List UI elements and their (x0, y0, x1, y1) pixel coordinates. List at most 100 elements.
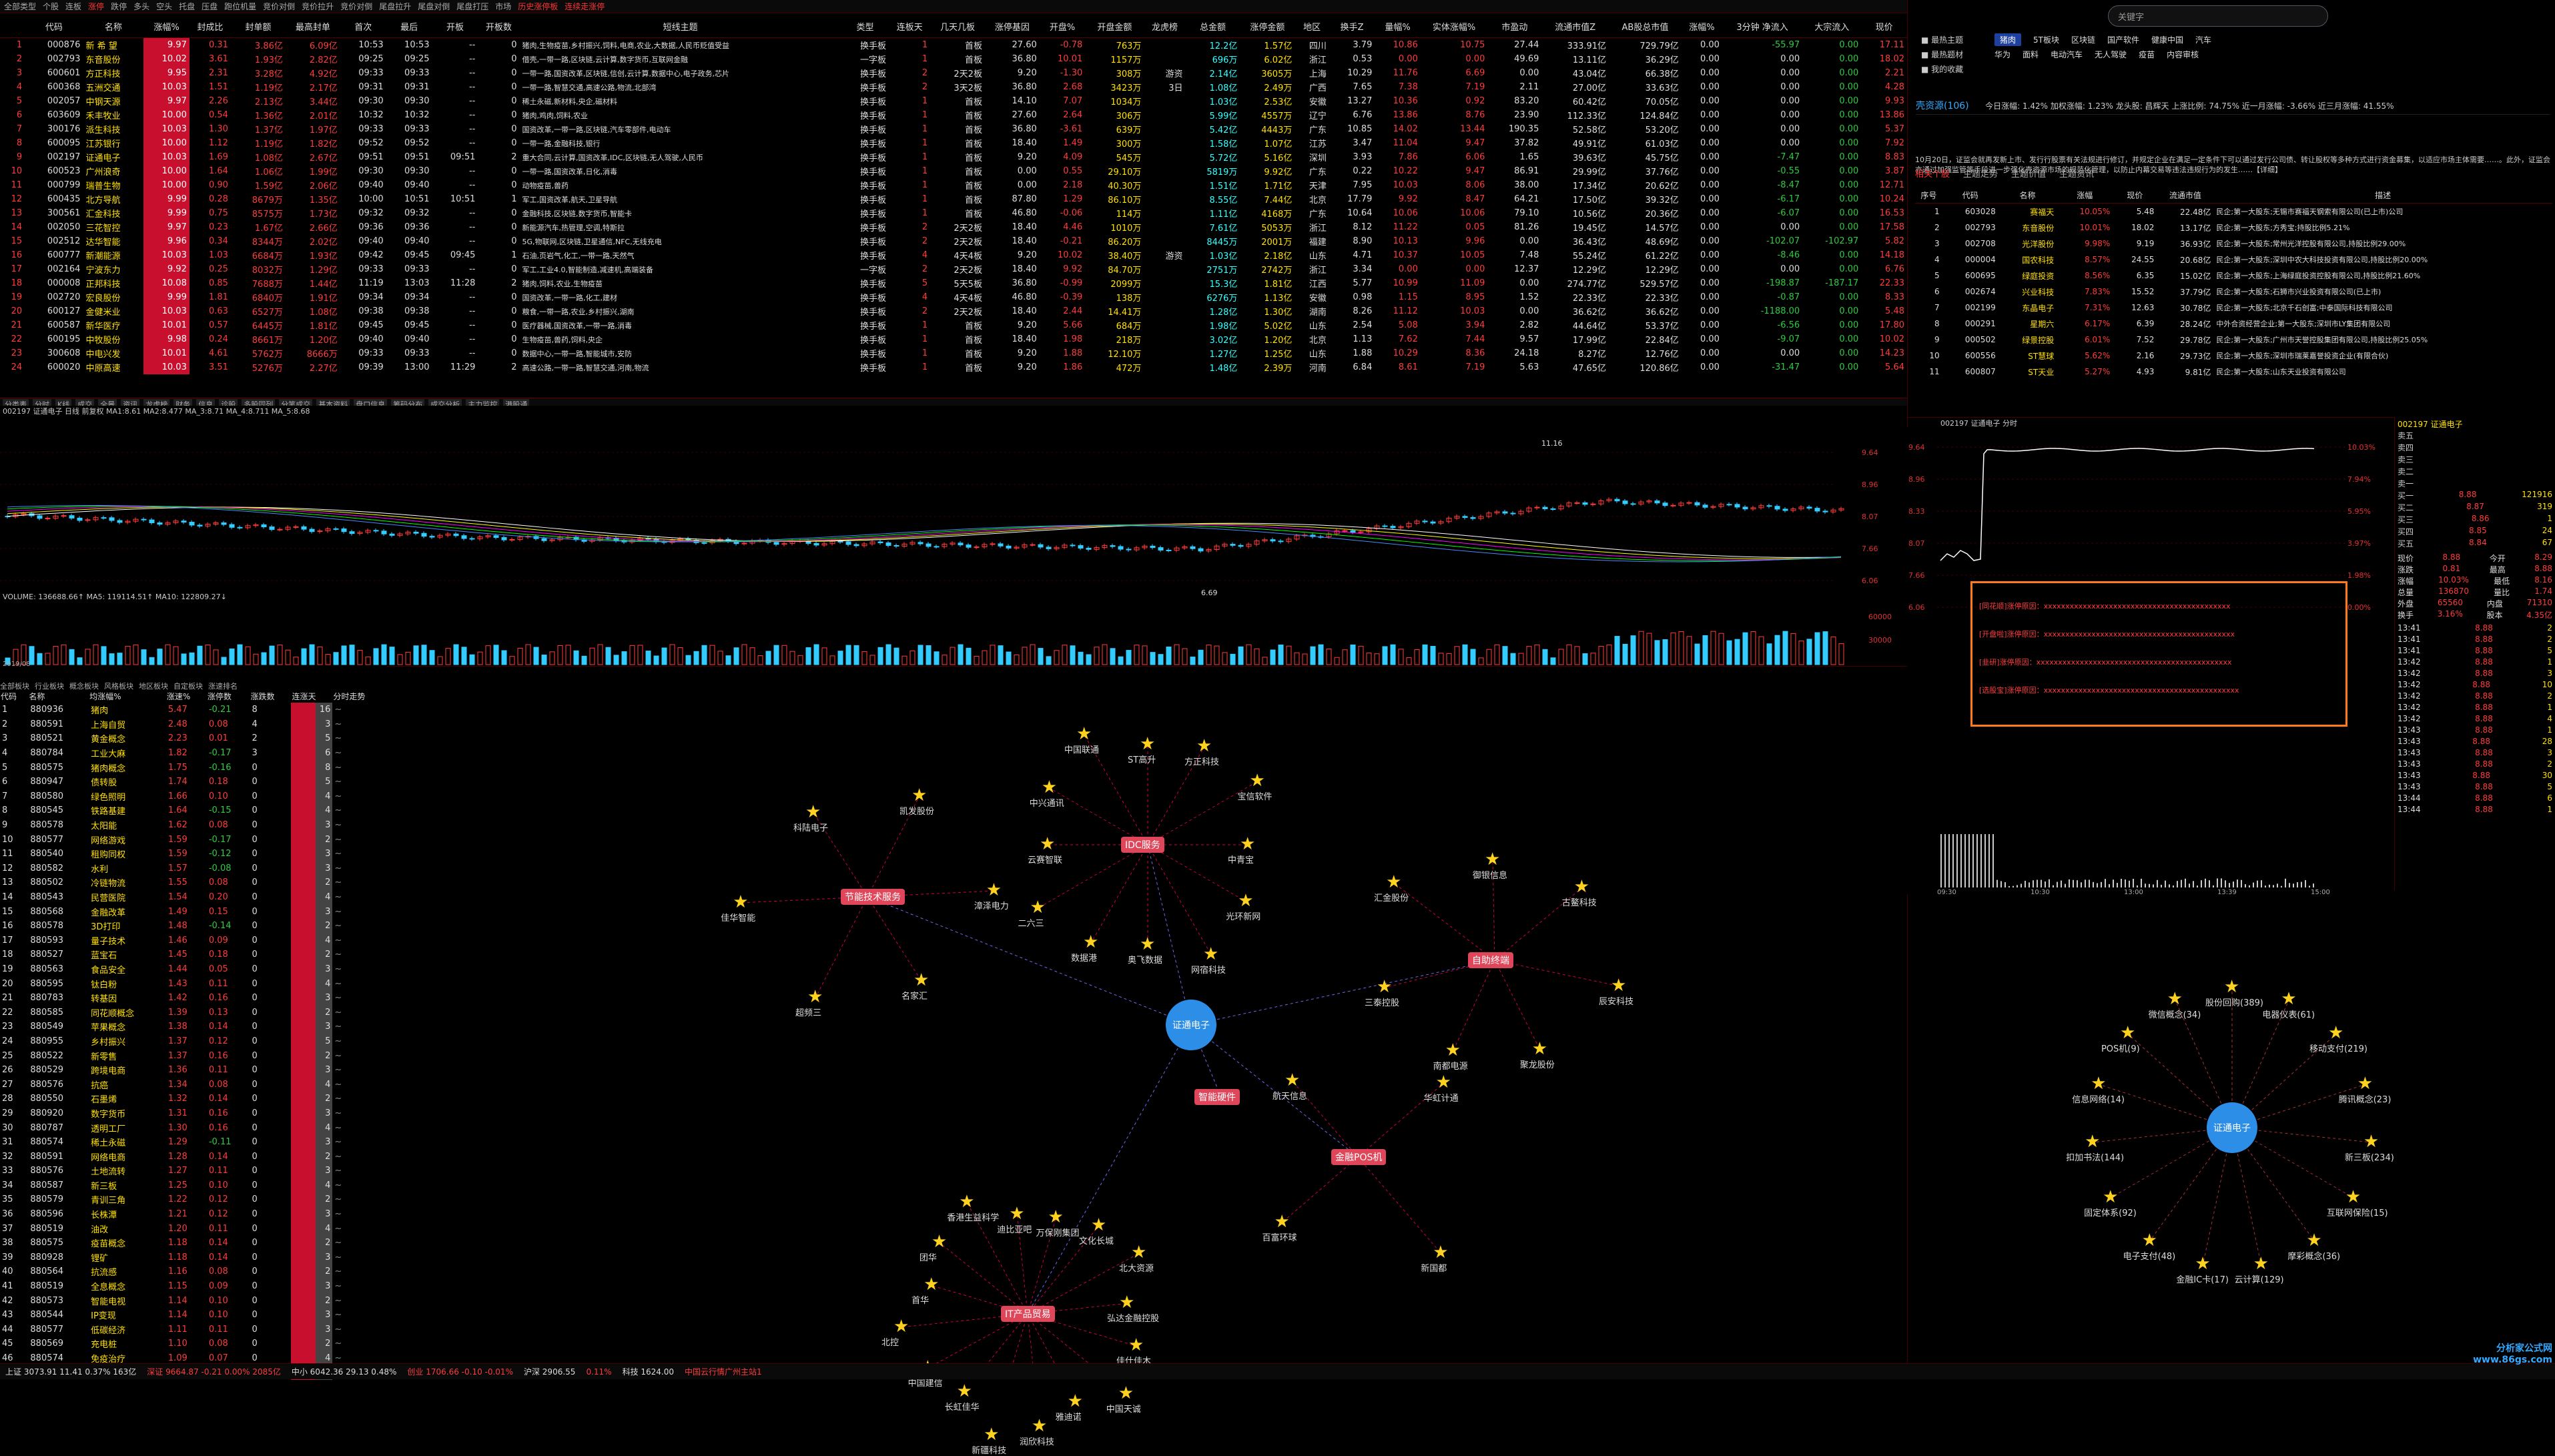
stock-label[interactable]: 首华 (911, 1293, 929, 1306)
stock-label[interactable]: 长虹佳华 (945, 1400, 980, 1413)
theme-tag[interactable]: 内容审核 (2167, 49, 2199, 60)
stock-label[interactable]: 三泰控股 (1365, 996, 1399, 1008)
column-header[interactable]: 总金额 (1186, 15, 1240, 38)
theme-tag[interactable]: 无人驾驶 (2095, 49, 2127, 60)
stock-label[interactable]: 香港生益科学 (947, 1210, 999, 1223)
stock-label[interactable]: 古鳌科技 (1562, 895, 1597, 908)
sector-row[interactable]: 12 880582 水利 1.57 -0.08 0 3 ~ (0, 861, 387, 876)
sector-row[interactable]: 41 880519 全息概念 1.15 0.09 0 3 ~ (0, 1279, 387, 1294)
table-row[interactable]: 5 002057 中钢天源 9.97 2.26 2.13亿 3.44亿 09:30 09:30-… (0, 94, 1907, 108)
sector-row[interactable]: 3 880521 黄金概念 2.23 0.01 2 5 ~ (0, 731, 387, 746)
top-tab[interactable]: 竞价对倒 (263, 1, 295, 12)
column-header[interactable]: 开盘金额 (1085, 15, 1144, 38)
sector-row[interactable]: 7 880580 绿色照明 1.66 0.10 0 4 ~ (0, 789, 387, 804)
stock-label[interactable]: 文化长城 (1079, 1234, 1114, 1246)
stock-label[interactable]: 南都电源 (1433, 1059, 1468, 1072)
stock-label[interactable]: 弘达金融控股 (1107, 1311, 1159, 1324)
stock-label[interactable]: 航天信息 (1272, 1089, 1307, 1102)
table-row[interactable]: 2 002793 东音股份 10.02 3.61 1.93亿 2.82亿 09:25 09:25… (0, 52, 1907, 66)
column-header[interactable]: 换手Z (1329, 15, 1375, 38)
sector-row[interactable]: 1 880936 猪肉 5.47 -0.21 8 16 ~ (0, 703, 387, 717)
sector-tab[interactable]: 自定板块 (173, 681, 203, 690)
stock-label[interactable]: 科陆电子 (793, 821, 828, 833)
column-header[interactable]: 短线主题 (519, 15, 841, 38)
sector-row[interactable]: 25 880522 新零售 1.37 0.16 0 2 ~ (0, 1048, 387, 1063)
related-header[interactable]: 涨幅 (2057, 187, 2113, 204)
sector-row[interactable]: 4 880784 工业大麻 1.82 -0.17 3 6 ~ (0, 746, 387, 761)
sector-row[interactable]: 32 880591 网络电商 1.28 0.14 0 2 ~ (0, 1149, 387, 1164)
sector-row[interactable]: 33 880576 土地流转 1.27 0.11 0 3 ~ (0, 1164, 387, 1178)
related-header[interactable]: 描述 (2213, 187, 2552, 204)
sector-row[interactable]: 31 880574 稀土永磁 1.29 -0.11 0 3 ~ (0, 1135, 387, 1150)
table-row[interactable]: 17 002164 宁波东力 9.92 0.25 8032万 1.29亿 09:33 09:33… (0, 262, 1907, 276)
table-row[interactable]: 18 000008 正邦科技 10.08 0.85 7688万 1.44亿 11:19 13:0… (0, 276, 1907, 290)
related-row[interactable]: 9 000502 绿景控股 6.01% 7.52 29.78亿 民企;第一大股东;广州市天誉… (1915, 332, 2552, 348)
stock-label[interactable]: 百富环球 (1262, 1230, 1297, 1243)
column-header[interactable]: 首次 (340, 15, 386, 38)
stock-label[interactable]: 云赛智联 (1028, 853, 1062, 865)
table-row[interactable]: 12 600435 北方导航 9.99 0.28 8679万 1.35亿 10:00 10:51… (0, 192, 1907, 206)
top-tab[interactable]: 涨停 (88, 1, 104, 12)
sector-header[interactable]: 涨速% (166, 690, 207, 703)
table-row[interactable]: 16 600777 新潮能源 10.03 1.03 6684万 1.93亿 09:42 09:4… (0, 248, 1907, 262)
column-header[interactable]: 几天几板 (930, 15, 985, 38)
center-node[interactable]: 证通电子 (1166, 1000, 1216, 1050)
related-row[interactable]: 8 000291 星期六 6.17% 6.39 28.24亿 中外合资经营企业;第一大股东;… (1915, 316, 2552, 332)
sector-row[interactable]: 15 880568 金融改革 1.49 0.15 0 3 ~ (0, 904, 387, 919)
concept-label[interactable]: 股份回购(389) (2205, 996, 2263, 1008)
theme-tag[interactable]: 国产软件 (2107, 34, 2139, 45)
theme-tag[interactable]: 区块链 (2071, 34, 2095, 45)
stock-label[interactable]: 佳华智能 (721, 911, 755, 924)
sector-row[interactable]: 23 880549 苹果概念 1.38 0.14 0 3 ~ (0, 1020, 387, 1034)
table-row[interactable]: 13 300561 汇金科技 9.99 0.75 8575万 1.73亿 09:32 09:32… (0, 206, 1907, 220)
concept-label[interactable]: 电器仪表(61) (2262, 1008, 2315, 1020)
sector-row[interactable]: 22 880585 同花顺概念 1.39 0.13 0 2 ~ (0, 1005, 387, 1020)
sector-row[interactable]: 8 880545 铁路基建 1.64 -0.15 0 4 ~ (0, 803, 387, 818)
theme-tag[interactable]: 猪肉 (1994, 33, 2021, 46)
sector-row[interactable]: 39 880928 锂矿 1.18 0.14 0 3 ~ (0, 1250, 387, 1265)
stock-label[interactable]: 辰安科技 (1599, 994, 1633, 1007)
concept-label[interactable]: 云计算(129) (2235, 1272, 2284, 1285)
stock-label[interactable]: 光环新网 (1226, 909, 1260, 922)
column-header[interactable]: 涨幅% (1682, 15, 1722, 38)
sector-tab[interactable]: 概念板块 (69, 681, 99, 690)
sector-header[interactable]: 名称 (28, 690, 89, 703)
stock-label[interactable]: 奥飞数据 (1128, 953, 1162, 966)
concept-graph[interactable]: 证通电子 IDC服务 ★ 中青宝 ★ 光环新网 ★ 网宿科技 ★ 奥飞数据 ★ 数据港 ★ 二六三 ★ 云赛智… (387, 666, 1907, 1363)
related-header[interactable]: 名称 (1998, 187, 2057, 204)
sector-row[interactable]: 37 880519 油改 1.20 0.11 0 4 ~ (0, 1221, 387, 1236)
theme-subtab[interactable]: 相关个股 (1915, 167, 1950, 181)
stock-label[interactable]: 新疆科技 (972, 1443, 1006, 1456)
stock-label[interactable]: 二六三 (1018, 916, 1044, 929)
sector-header[interactable]: 均涨幅% (89, 690, 166, 703)
sector-tab[interactable]: 行业板块 (35, 681, 64, 690)
column-header[interactable]: 连板天 (889, 15, 930, 38)
sector-row[interactable]: 24 880955 乡村振兴 1.37 0.12 0 5 ~ (0, 1034, 387, 1049)
sector-row[interactable]: 30 880787 透明工厂 1.30 0.16 0 4 ~ (0, 1120, 387, 1135)
stock-label[interactable]: 名家汇 (901, 989, 928, 1002)
related-row[interactable]: 6 002674 兴业科技 7.83% 15.52 37.79亿 民企;第一大股东;石狮市兴… (1915, 284, 2552, 300)
theme-tag[interactable]: 疫苗 (2139, 49, 2155, 60)
intraday-chart[interactable]: 002197 证通电子 分时 9.64 10.03% 8.96 7.94% 8.33 5.… (1907, 417, 2394, 891)
theme-tag[interactable]: 华为 (1994, 49, 2011, 60)
column-header[interactable]: 代码 (25, 15, 83, 38)
stock-label[interactable]: 中国联通 (1064, 743, 1099, 755)
sector-row[interactable]: 20 880595 钛白粉 1.43 0.11 0 4 ~ (0, 976, 387, 991)
related-row[interactable]: 4 000004 国农科技 8.57% 24.55 20.68亿 民企;第一大股东;深圳中农… (1915, 252, 2552, 268)
sector-header[interactable]: 分时走势 (332, 690, 387, 703)
column-header[interactable]: 封成比 (190, 15, 231, 38)
theme-subtab[interactable]: 主题资讯 (2059, 167, 2094, 181)
column-header[interactable]: 涨停金额 (1240, 15, 1295, 38)
related-header[interactable]: 序号 (1915, 187, 1942, 204)
sector-tab[interactable]: 全部板块 (0, 681, 29, 690)
stock-label[interactable]: ST高升 (1128, 753, 1156, 765)
stock-label[interactable]: 雅迪诺 (1056, 1410, 1082, 1423)
top-tab[interactable]: 竞价对倒 (340, 1, 372, 12)
stock-label[interactable]: 中兴通讯 (1030, 796, 1064, 809)
related-header[interactable]: 流通市值 (2157, 187, 2213, 204)
related-row[interactable]: 5 600695 绿庭投资 8.56% 6.35 15.02亿 民企;第一大股东;上海绿庭投… (1915, 268, 2552, 284)
table-row[interactable]: 3 600601 方正科技 9.95 2.31 3.28亿 4.92亿 09:33 09:33-… (0, 66, 1907, 80)
related-row[interactable]: 11 600807 ST天业 5.27% 4.93 9.81亿 民企;第一大股东;山东天业投… (1915, 364, 2552, 380)
top-tab[interactable]: 尾盘对倒 (418, 1, 450, 12)
stock-label[interactable]: 北控 (881, 1335, 899, 1348)
